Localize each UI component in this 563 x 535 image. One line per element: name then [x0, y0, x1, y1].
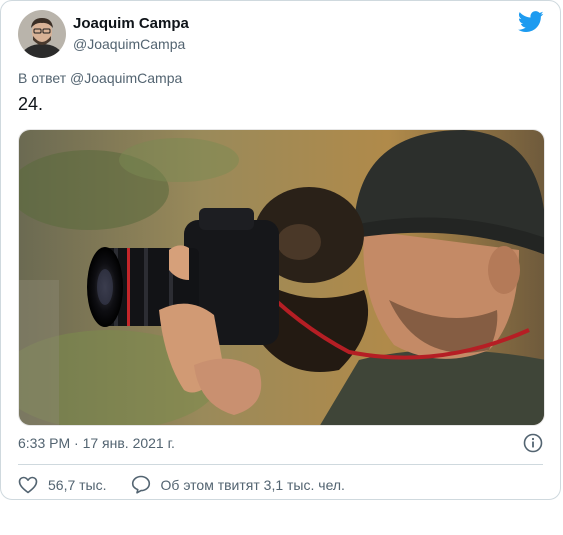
tweet-timestamp[interactable]: 6:33 PM · 17 янв. 2021 г. — [18, 435, 175, 451]
tweet-text: 24. — [18, 94, 44, 114]
like-button[interactable]: 56,7 тыс. — [18, 476, 107, 494]
heart-icon — [18, 476, 38, 493]
reply-mention-link[interactable]: @JoaquimCampa — [70, 70, 182, 86]
tweet-card[interactable]: Joaquim Campa @JoaquimCampa В ответ @Joa… — [0, 0, 561, 500]
divider — [18, 464, 543, 465]
speech-bubble-icon — [131, 475, 150, 494]
reply-context: В ответ @JoaquimCampa — [18, 70, 182, 86]
author-avatar[interactable] — [18, 10, 66, 58]
twitter-bird-icon[interactable] — [518, 11, 544, 33]
discussion-button[interactable]: Об этом твитят 3,1 тыс. чел. — [131, 475, 345, 494]
like-count: 56,7 тыс. — [48, 476, 107, 493]
action-row: 56,7 тыс. Об этом твитят 3,1 тыс. чел. — [18, 475, 369, 494]
info-icon[interactable] — [523, 433, 543, 453]
discussion-label: Об этом твитят 3,1 тыс. чел. — [160, 476, 345, 493]
author-name[interactable]: Joaquim Campa — [73, 15, 189, 32]
photo-man-monkey-camera — [19, 130, 544, 425]
reply-prefix: В ответ — [18, 70, 67, 86]
avatar-image — [18, 10, 66, 58]
tweet-photo[interactable] — [18, 129, 545, 426]
author-handle[interactable]: @JoaquimCampa — [73, 36, 185, 52]
